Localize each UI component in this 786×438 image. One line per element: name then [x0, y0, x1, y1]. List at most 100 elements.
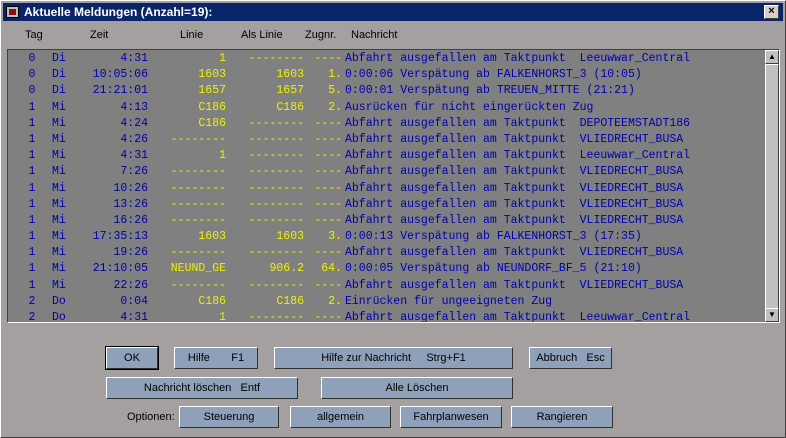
vertical-scrollbar[interactable]: ▲ ▼: [765, 50, 779, 322]
table-row[interactable]: 2 Do 4:31 1 -------- ---- Abfahrt ausgefallen …: [8, 310, 765, 323]
row-weekday: Di: [52, 84, 66, 98]
message-list[interactable]: 0 Di 4:31 1 -------- ---- Abfahrt ausgefallen …: [7, 49, 780, 323]
row-weekday: Mi: [52, 181, 66, 195]
row-message: Abfahrt ausgefallen am Taktpunkt VLIEDRE…: [345, 132, 684, 146]
row-weekday: Mi: [52, 262, 66, 276]
close-button[interactable]: ×: [764, 5, 779, 19]
ok-button[interactable]: OK: [105, 346, 159, 370]
row-linie: 1657: [198, 84, 226, 98]
row-time: 21:10:05: [92, 262, 148, 276]
table-row[interactable]: 1 Mi 22:26 -------- -------- ---- Abfahrt ausg…: [8, 278, 765, 294]
header-nachricht[interactable]: Nachricht: [351, 29, 397, 41]
option-rangieren-button[interactable]: Rangieren: [511, 406, 613, 428]
row-weekday: Mi: [52, 132, 66, 146]
row-als-linie: 1603: [276, 68, 304, 82]
row-message: Abfahrt ausgefallen am Taktpunkt VLIEDRE…: [345, 181, 684, 195]
option-fahrplanwesen-button[interactable]: Fahrplanwesen: [400, 406, 502, 428]
table-row[interactable]: 2 Do 0:04 C186 C186 2. Einrücken für ungeeigne…: [8, 294, 765, 310]
header-linie[interactable]: Linie: [180, 29, 203, 41]
row-linie: --------: [170, 132, 226, 146]
cancel-button[interactable]: Abbruch Esc: [529, 347, 612, 369]
option-allgemein-button[interactable]: allgemein: [290, 406, 391, 428]
row-time: 4:31: [120, 311, 148, 323]
table-row[interactable]: 1 Mi 13:26 -------- -------- ---- Abfahrt ausg…: [8, 197, 765, 213]
row-tag: 1: [28, 230, 36, 244]
row-time: 17:35:13: [92, 230, 148, 244]
row-weekday: Mi: [52, 213, 66, 227]
help-button[interactable]: Hilfe F1: [174, 347, 258, 369]
row-message: 0:00:05 Verspätung ab NEUNDORF_BF_5 (21:…: [345, 262, 642, 276]
row-weekday: Di: [52, 68, 66, 82]
row-als-linie: 906.2: [269, 262, 304, 276]
row-linie: 1: [219, 311, 226, 323]
row-time: 22:26: [113, 278, 148, 292]
row-tag: 1: [28, 197, 36, 211]
row-time: 19:26: [113, 246, 148, 260]
message-help-button[interactable]: Hilfe zur Nachricht Strg+F1: [274, 347, 513, 369]
row-tag: 0: [28, 68, 36, 82]
row-tag: 1: [28, 100, 36, 114]
table-row[interactable]: 1 Mi 7:26 -------- -------- ---- Abfahrt ausge…: [8, 164, 765, 180]
scroll-up-button[interactable]: ▲: [765, 50, 779, 64]
row-message: Abfahrt ausgefallen am Taktpunkt VLIEDRE…: [345, 213, 684, 227]
row-tag: 2: [28, 294, 36, 308]
row-tag: 1: [28, 246, 36, 260]
table-row[interactable]: 1 Mi 4:13 C186 C186 2. Ausrücken für nicht ein…: [8, 100, 765, 116]
table-row[interactable]: 0 Di 21:21:01 1657 1657 5. 0:00:01 Verspätung …: [8, 83, 765, 99]
row-message: 0:00:01 Verspätung ab TREUEN_MITTE (21:2…: [345, 84, 635, 98]
row-als-linie: --------: [248, 311, 304, 323]
row-time: 4:26: [120, 132, 148, 146]
table-row[interactable]: 1 Mi 4:26 -------- -------- ---- Abfahrt ausge…: [8, 132, 765, 148]
options-label: Optionen:: [127, 411, 175, 423]
header-tag[interactable]: Tag: [25, 29, 43, 41]
row-als-linie: C186: [276, 100, 304, 114]
row-linie: --------: [170, 278, 226, 292]
row-als-linie: --------: [248, 213, 304, 227]
row-linie: NEUND_GE: [170, 262, 226, 276]
row-tag: 1: [28, 149, 36, 163]
row-als-linie: --------: [248, 149, 304, 163]
row-time: 10:26: [113, 181, 148, 195]
option-steuerung-button[interactable]: Steuerung: [179, 406, 279, 428]
table-row[interactable]: 1 Mi 21:10:05 NEUND_GE 906.2 64. 0:00:05 Versp…: [8, 261, 765, 277]
table-row[interactable]: 0 Di 4:31 1 -------- ---- Abfahrt ausgefallen …: [8, 51, 765, 67]
row-linie: --------: [170, 165, 226, 179]
row-linie: C186: [198, 100, 226, 114]
header-zeit[interactable]: Zeit: [90, 29, 108, 41]
row-time: 13:26: [113, 197, 148, 211]
row-weekday: Mi: [52, 100, 66, 114]
row-tag: 2: [28, 311, 36, 323]
row-als-linie: --------: [248, 165, 304, 179]
row-tag: 1: [28, 181, 36, 195]
row-als-linie: 1657: [276, 84, 304, 98]
row-zugnr: ----: [314, 246, 342, 260]
row-time: 4:31: [120, 149, 148, 163]
row-weekday: Mi: [52, 246, 66, 260]
row-zugnr: ----: [314, 213, 342, 227]
delete-all-button[interactable]: Alle Löschen: [321, 377, 513, 399]
table-row[interactable]: 1 Mi 4:24 C186 -------- ---- Abfahrt ausgefall…: [8, 116, 765, 132]
row-als-linie: --------: [248, 181, 304, 195]
table-row[interactable]: 1 Mi 4:31 1 -------- ---- Abfahrt ausgefallen …: [8, 148, 765, 164]
header-als-linie[interactable]: Als Linie: [241, 29, 283, 41]
row-zugnr: ----: [314, 181, 342, 195]
row-time: 4:24: [120, 116, 148, 130]
table-row[interactable]: 1 Mi 17:35:13 1603 1603 3. 0:00:13 Verspätung …: [8, 229, 765, 245]
row-message: Abfahrt ausgefallen am Taktpunkt Leeuwwa…: [345, 149, 691, 163]
header-zugnr[interactable]: Zugnr.: [305, 29, 336, 41]
row-weekday: Mi: [52, 165, 66, 179]
delete-message-button[interactable]: Nachricht löschen Entf: [106, 377, 298, 399]
table-row[interactable]: 1 Mi 10:26 -------- -------- ---- Abfahrt ausg…: [8, 181, 765, 197]
row-zugnr: 2.: [328, 100, 342, 114]
table-row[interactable]: 1 Mi 16:26 -------- -------- ---- Abfahrt ausg…: [8, 213, 765, 229]
row-message: 0:00:13 Verspätung ab FALKENHORST_3 (17:…: [345, 230, 642, 244]
scroll-thumb[interactable]: [765, 64, 779, 322]
row-linie: C186: [198, 294, 226, 308]
row-message: Abfahrt ausgefallen am Taktpunkt VLIEDRE…: [345, 197, 684, 211]
scroll-down-button[interactable]: ▼: [765, 308, 779, 322]
row-zugnr: 1.: [328, 68, 342, 82]
row-zugnr: 64.: [321, 262, 342, 276]
table-row[interactable]: 0 Di 10:05:06 1603 1603 1. 0:00:06 Verspätung …: [8, 67, 765, 83]
row-message: Einrücken für ungeeigneten Zug: [345, 294, 553, 308]
table-row[interactable]: 1 Mi 19:26 -------- -------- ---- Abfahrt ausg…: [8, 245, 765, 261]
